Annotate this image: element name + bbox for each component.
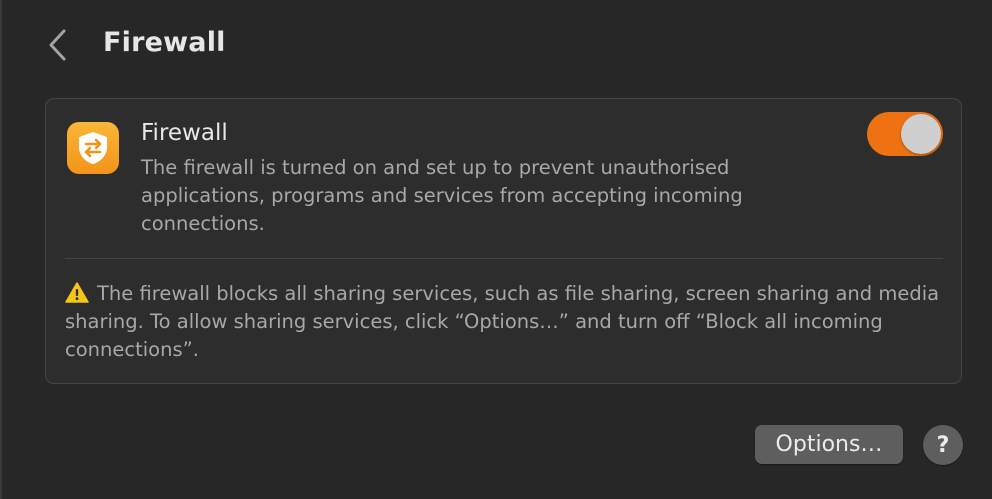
back-button[interactable]	[40, 26, 74, 64]
firewall-row-description: The firewall is turned on and set up to …	[141, 156, 743, 235]
chevron-left-icon	[49, 29, 66, 61]
settings-window: Firewall Firewall The firewall is turned…	[0, 0, 992, 499]
toggle-knob	[901, 114, 941, 154]
header: Firewall	[2, 0, 992, 90]
help-button[interactable]: ?	[923, 425, 963, 465]
firewall-row-title: Firewall	[141, 120, 228, 146]
sharing-warning: The firewall blocks all sharing services…	[65, 280, 945, 364]
options-button[interactable]: Options…	[755, 425, 903, 464]
firewall-shield-icon	[67, 122, 119, 174]
page-title: Firewall	[103, 27, 226, 58]
warning-triangle-icon	[65, 282, 89, 303]
divider	[65, 258, 943, 259]
warning-text: The firewall blocks all sharing services…	[65, 282, 940, 361]
firewall-toggle[interactable]	[867, 112, 943, 156]
firewall-settings-card: Firewall The firewall is turned on and s…	[45, 98, 962, 384]
